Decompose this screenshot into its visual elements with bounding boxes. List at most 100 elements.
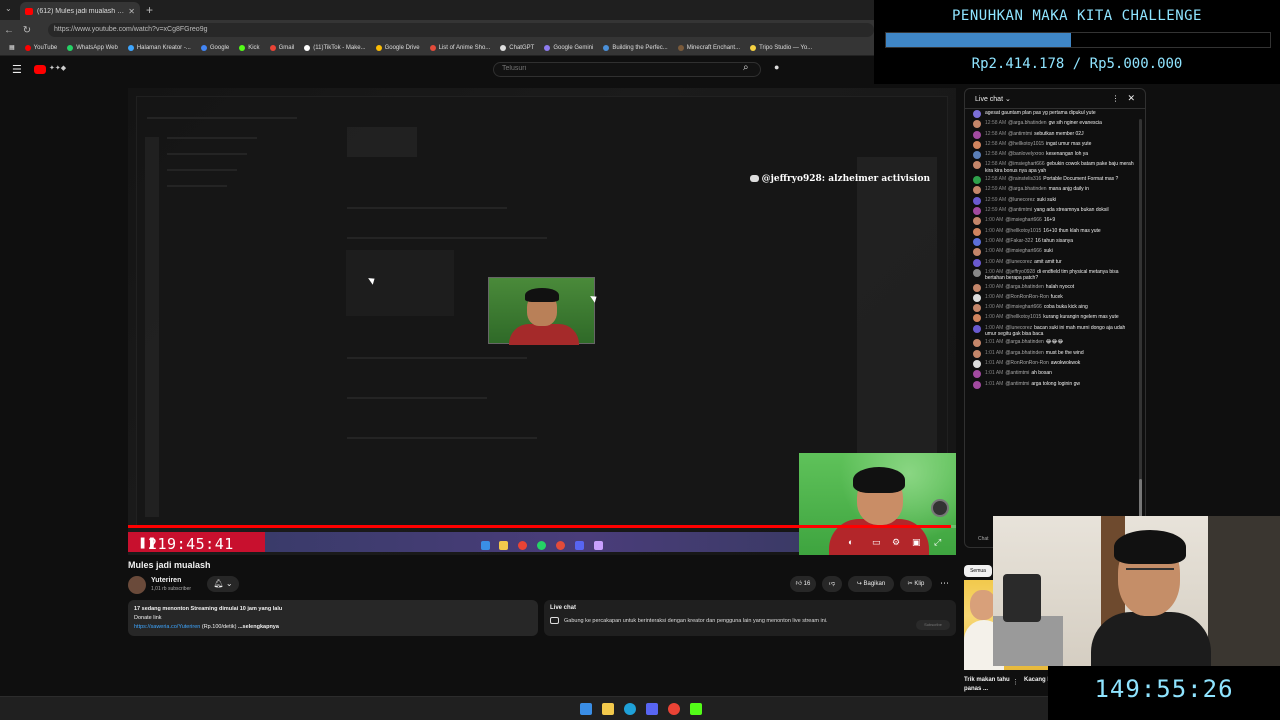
chat-avatar[interactable] bbox=[973, 176, 981, 185]
url-field[interactable]: https://www.youtube.com/watch?v=xCg8FGre… bbox=[48, 23, 874, 37]
fullscreen-icon[interactable]: ⤢ bbox=[934, 537, 941, 548]
chat-avatar[interactable] bbox=[973, 370, 981, 379]
filter-chip-all[interactable]: Semua bbox=[964, 565, 992, 577]
clip-button[interactable]: ✂ Klip bbox=[900, 576, 932, 592]
more-actions-icon[interactable]: ⋯ bbox=[940, 578, 949, 589]
chat-author[interactable]: @hellkotoy1015 bbox=[1005, 228, 1041, 234]
chat-avatar[interactable] bbox=[973, 161, 981, 170]
new-tab-icon[interactable]: + bbox=[146, 3, 153, 17]
dislike-button[interactable]: 👎︎ bbox=[822, 576, 842, 592]
chat-avatar[interactable] bbox=[973, 186, 981, 195]
chat-author[interactable]: @arga.bhatinden bbox=[1008, 186, 1046, 192]
reload-icon[interactable]: ↻ bbox=[18, 25, 36, 36]
chat-mode-selector[interactable]: Live chat ⌄ bbox=[975, 95, 1011, 103]
chat-avatar[interactable] bbox=[973, 237, 981, 246]
chat-avatar[interactable] bbox=[973, 227, 981, 236]
bookmark-item[interactable]: ChatGPT bbox=[497, 44, 537, 51]
bookmark-item[interactable]: YouTube bbox=[22, 44, 61, 51]
chat-author[interactable]: @RonRonRon-Ron bbox=[1005, 360, 1048, 366]
bookmark-item[interactable]: Building the Perfec... bbox=[600, 44, 670, 51]
chat-avatar[interactable] bbox=[973, 120, 981, 129]
close-chat-icon[interactable]: ✕ bbox=[1127, 93, 1135, 104]
like-button[interactable]: 👍︎ 16 bbox=[790, 576, 816, 592]
chat-avatar[interactable] bbox=[973, 324, 981, 333]
autoplay-toggle-icon[interactable]: ◐ bbox=[848, 537, 853, 547]
chat-avatar[interactable] bbox=[973, 110, 981, 118]
chat-avatar[interactable] bbox=[973, 268, 981, 277]
bookmark-item[interactable]: WhatsApp Web bbox=[64, 44, 121, 51]
chat-author[interactable]: @lunecorez bbox=[1005, 325, 1032, 331]
chat-avatar[interactable] bbox=[973, 314, 981, 323]
chat-avatar[interactable] bbox=[973, 207, 981, 216]
chat-avatar[interactable] bbox=[973, 360, 981, 369]
bookmark-item[interactable]: Kick bbox=[236, 44, 262, 51]
search-input[interactable] bbox=[502, 65, 722, 72]
apps-icon[interactable]: ▦ bbox=[6, 44, 18, 51]
youtube-logo-icon[interactable] bbox=[34, 65, 46, 74]
chat-author[interactable]: @antimtmi bbox=[1005, 370, 1029, 376]
chat-scrollbar[interactable] bbox=[1139, 119, 1142, 539]
chat-author[interactable]: @arga.bhatinden bbox=[1005, 339, 1043, 345]
chat-author[interactable]: @jeffryo0928 bbox=[1005, 269, 1035, 275]
chat-author[interactable]: @hellkotoy1015 bbox=[1008, 141, 1044, 147]
discord-icon[interactable] bbox=[646, 703, 658, 715]
subtitles-icon[interactable]: ▭ bbox=[872, 537, 881, 548]
bookmark-item[interactable]: Tripo Studio — Yo... bbox=[747, 44, 815, 51]
tab-search-icon[interactable]: ⌄ bbox=[5, 4, 12, 13]
chat-author[interactable]: @Fakar-322 bbox=[1005, 238, 1033, 244]
subscribe-button[interactable]: Subscribe bbox=[916, 620, 950, 630]
settings-icon[interactable]: ⚙ bbox=[892, 537, 900, 548]
notification-bell-button[interactable]: 🔔︎ ⌄ bbox=[207, 576, 239, 592]
chat-avatar[interactable] bbox=[973, 349, 981, 358]
chat-author[interactable]: @rainstelis316 bbox=[1008, 176, 1041, 182]
show-more-link[interactable]: ...selengkapnya bbox=[238, 624, 279, 630]
bookmark-item[interactable]: Google Gemini bbox=[541, 44, 596, 51]
chat-avatar[interactable] bbox=[973, 283, 981, 292]
recommendation-title[interactable]: Kacang karame... bbox=[1024, 676, 1048, 685]
recommendation-title[interactable]: Trik makan tahu panas ... bbox=[964, 676, 1012, 694]
chat-avatar[interactable] bbox=[973, 217, 981, 226]
chat-avatar[interactable] bbox=[973, 258, 981, 267]
bookmark-item[interactable]: Halaman Kreator -... bbox=[125, 44, 194, 51]
file-explorer-icon[interactable] bbox=[602, 703, 614, 715]
chat-author[interactable]: @lunecorez bbox=[1005, 259, 1032, 265]
edge-icon[interactable] bbox=[624, 703, 636, 715]
tab-close-icon[interactable]: ✕ bbox=[128, 7, 135, 16]
bookmark-item[interactable]: Google Drive bbox=[373, 44, 423, 51]
chat-author[interactable]: @imsieghart666 bbox=[1005, 248, 1041, 254]
bookmark-item[interactable]: (11)TikTok - Make... bbox=[301, 44, 368, 51]
chrome-icon[interactable] bbox=[668, 703, 680, 715]
chat-avatar[interactable] bbox=[973, 140, 981, 149]
channel-name[interactable]: Yuteriren bbox=[151, 577, 181, 584]
chat-avatar[interactable] bbox=[973, 248, 981, 257]
recommendation-more-icon[interactable]: ⋮ bbox=[1012, 678, 1019, 686]
chat-author[interactable]: @arga.bhatinden bbox=[1008, 120, 1046, 126]
chat-author[interactable]: @imsieghart666 bbox=[1005, 217, 1041, 223]
channel-avatar[interactable] bbox=[128, 576, 146, 594]
chat-button[interactable]: Chat bbox=[978, 536, 989, 542]
chat-author[interactable]: @lunecorez bbox=[1008, 197, 1035, 203]
chat-avatar[interactable] bbox=[973, 196, 981, 205]
chat-author[interactable]: @imsieghart666 bbox=[1008, 161, 1044, 167]
chat-author[interactable]: @banlovelyxroo bbox=[1008, 151, 1044, 157]
donate-link[interactable]: https://saweria.co/Yuteriren bbox=[134, 624, 200, 630]
video-player[interactable]: @jeffryo928: alzheimer activision ❚❚ 219… bbox=[128, 88, 956, 555]
chat-author[interactable]: @imsieghart666 bbox=[1005, 304, 1041, 310]
chat-avatar[interactable] bbox=[973, 130, 981, 139]
mic-icon[interactable]: ● bbox=[774, 62, 779, 72]
chat-avatar[interactable] bbox=[973, 151, 981, 160]
chat-avatar[interactable] bbox=[973, 304, 981, 313]
chat-author[interactable]: @arga.bhatinden bbox=[1005, 284, 1043, 290]
search-icon[interactable]: ⌕ bbox=[743, 62, 749, 73]
bookmark-item[interactable]: List of Anime Sho... bbox=[427, 44, 494, 51]
chat-author[interactable]: @antimtmi bbox=[1008, 131, 1032, 137]
app-icon[interactable] bbox=[690, 703, 702, 715]
chat-avatar[interactable] bbox=[973, 339, 981, 348]
windows-start-icon[interactable] bbox=[580, 703, 592, 715]
theater-mode-icon[interactable]: ▣ bbox=[912, 537, 921, 548]
chat-author[interactable]: @antimtmi bbox=[1008, 207, 1032, 213]
bookmark-item[interactable]: Google bbox=[198, 44, 232, 51]
browser-tab-active[interactable]: (612) Mules jadi mualash - YouTube ✕ bbox=[20, 2, 140, 20]
chat-author[interactable]: @hellkotoy1015 bbox=[1005, 314, 1041, 320]
chat-author[interactable]: @arga.bhatinden bbox=[1005, 350, 1043, 356]
